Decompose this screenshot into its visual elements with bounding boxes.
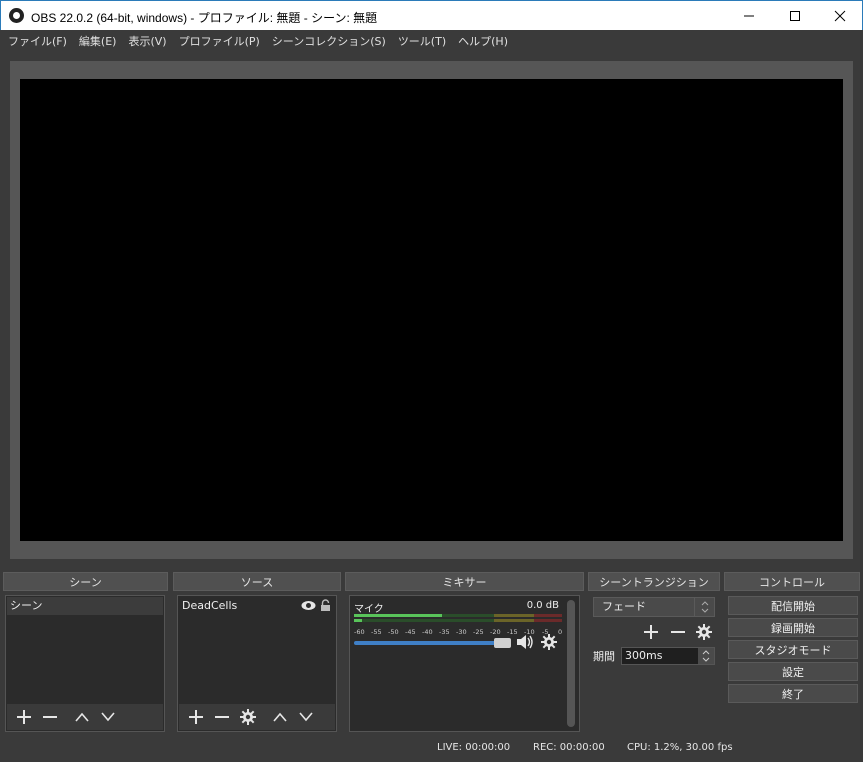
mixer-channel-name: マイク: [354, 604, 384, 615]
meter-tick: -55: [371, 628, 382, 636]
volume-slider-handle[interactable]: [494, 638, 511, 648]
minus-icon: [215, 716, 229, 718]
preview-canvas[interactable]: [20, 79, 843, 541]
sources-panel: DeadCells: [177, 595, 337, 732]
volume-meter-right: [354, 619, 562, 622]
settings-button[interactable]: 設定: [728, 662, 858, 681]
start-recording-button[interactable]: 録画開始: [728, 618, 858, 637]
minimize-button[interactable]: [726, 1, 772, 31]
move-source-up-button[interactable]: [267, 704, 293, 730]
close-button[interactable]: [817, 1, 863, 31]
meter-tick: -45: [405, 628, 416, 636]
menu-bar: ファイル(F) 編集(E) 表示(V) プロファイル(P) シーンコレクション(…: [0, 30, 863, 52]
add-transition-button[interactable]: [643, 624, 659, 643]
chevron-down-icon: [299, 712, 313, 722]
minus-icon: [671, 631, 685, 633]
start-streaming-button[interactable]: 配信開始: [728, 596, 858, 615]
rec-status: REC: 00:00:00: [533, 742, 605, 753]
obs-logo-icon: [9, 8, 24, 23]
meter-tick: -40: [422, 628, 433, 636]
transition-properties-button[interactable]: [696, 624, 712, 643]
meter-tick: -30: [456, 628, 467, 636]
meter-tick: -50: [388, 628, 399, 636]
duration-value: 300ms: [625, 649, 663, 662]
menu-profile[interactable]: プロファイル(P): [173, 33, 266, 49]
add-source-button[interactable]: [183, 704, 209, 730]
source-properties-button[interactable]: [235, 704, 261, 730]
volume-meter-left: [354, 614, 562, 617]
meter-tick: -25: [473, 628, 484, 636]
source-name: DeadCells: [182, 599, 238, 612]
chevron-up-icon: [75, 712, 89, 722]
duration-input[interactable]: 300ms: [621, 647, 715, 665]
scenes-toolbar: [7, 704, 163, 730]
lock-icon[interactable]: [320, 599, 331, 614]
minus-icon: [43, 716, 57, 718]
move-scene-up-button[interactable]: [69, 704, 95, 730]
cpu-status: CPU: 1.2%, 30.00 fps: [627, 742, 733, 753]
menu-tools[interactable]: ツール(T): [392, 33, 452, 49]
window-title: OBS 22.0.2 (64-bit, windows) - プロファイル: 無…: [31, 11, 378, 25]
sources-dock-title: ソース: [173, 572, 341, 591]
mute-speaker-icon[interactable]: [516, 634, 534, 653]
plus-icon: [189, 710, 203, 724]
move-source-down-button[interactable]: [293, 704, 319, 730]
transition-select-value: フェード: [602, 600, 646, 613]
gear-icon: [696, 624, 712, 640]
plus-icon: [17, 710, 31, 724]
mixer-dock-title: ミキサー: [345, 572, 584, 591]
move-scene-down-button[interactable]: [95, 704, 121, 730]
remove-source-button[interactable]: [209, 704, 235, 730]
gear-icon: [240, 709, 256, 725]
controls-dock-title: コントロール: [724, 572, 860, 591]
title-bar: OBS 22.0.2 (64-bit, windows) - プロファイル: 無…: [0, 0, 863, 30]
chevron-down-icon: [101, 712, 115, 722]
spin-arrows-icon: [694, 598, 714, 616]
remove-transition-button[interactable]: [670, 624, 686, 643]
minimize-icon: [744, 15, 754, 17]
mixer-settings-gear-icon[interactable]: [541, 634, 557, 653]
exit-button[interactable]: 終了: [728, 684, 858, 703]
scenes-panel: シーン: [5, 595, 165, 732]
menu-file[interactable]: ファイル(F): [2, 33, 73, 49]
maximize-icon: [790, 11, 800, 21]
mixer-level: 0.0 dB: [526, 600, 559, 611]
transitions-dock-title: シーントランジション: [588, 572, 720, 591]
volume-slider-track[interactable]: [354, 641, 510, 645]
chevron-up-icon: [273, 712, 287, 722]
duration-label: 期間: [593, 650, 615, 663]
meter-tick: -35: [439, 628, 450, 636]
transition-select[interactable]: フェード: [593, 597, 715, 617]
mixer-scrollbar[interactable]: [567, 600, 575, 727]
mixer-panel: マイク 0.0 dB -60 -55 -50 -45 -40 -35 -30 -…: [349, 595, 580, 732]
scenes-dock-title: シーン: [3, 572, 168, 591]
menu-help[interactable]: ヘルプ(H): [452, 33, 514, 49]
meter-scale: -60 -55 -50 -45 -40 -35 -30 -25 -20 -15 …: [354, 628, 566, 638]
remove-scene-button[interactable]: [37, 704, 63, 730]
menu-scene-collection[interactable]: シーンコレクション(S): [266, 33, 392, 49]
close-icon: [834, 10, 846, 22]
visibility-eye-icon[interactable]: [301, 600, 316, 614]
scene-list-item[interactable]: シーン: [7, 597, 163, 615]
meter-tick: -60: [354, 628, 365, 636]
meter-tick: 0: [558, 628, 563, 636]
menu-edit[interactable]: 編集(E): [73, 33, 123, 49]
studio-mode-button[interactable]: スタジオモード: [728, 640, 858, 659]
sources-toolbar: [179, 704, 335, 730]
plus-icon: [644, 625, 658, 639]
menu-view[interactable]: 表示(V): [122, 33, 172, 49]
live-status: LIVE: 00:00:00: [437, 742, 511, 753]
add-scene-button[interactable]: [11, 704, 37, 730]
spin-arrows-icon[interactable]: [698, 648, 714, 664]
meter-tick: -20: [490, 628, 501, 636]
maximize-button[interactable]: [772, 1, 818, 31]
